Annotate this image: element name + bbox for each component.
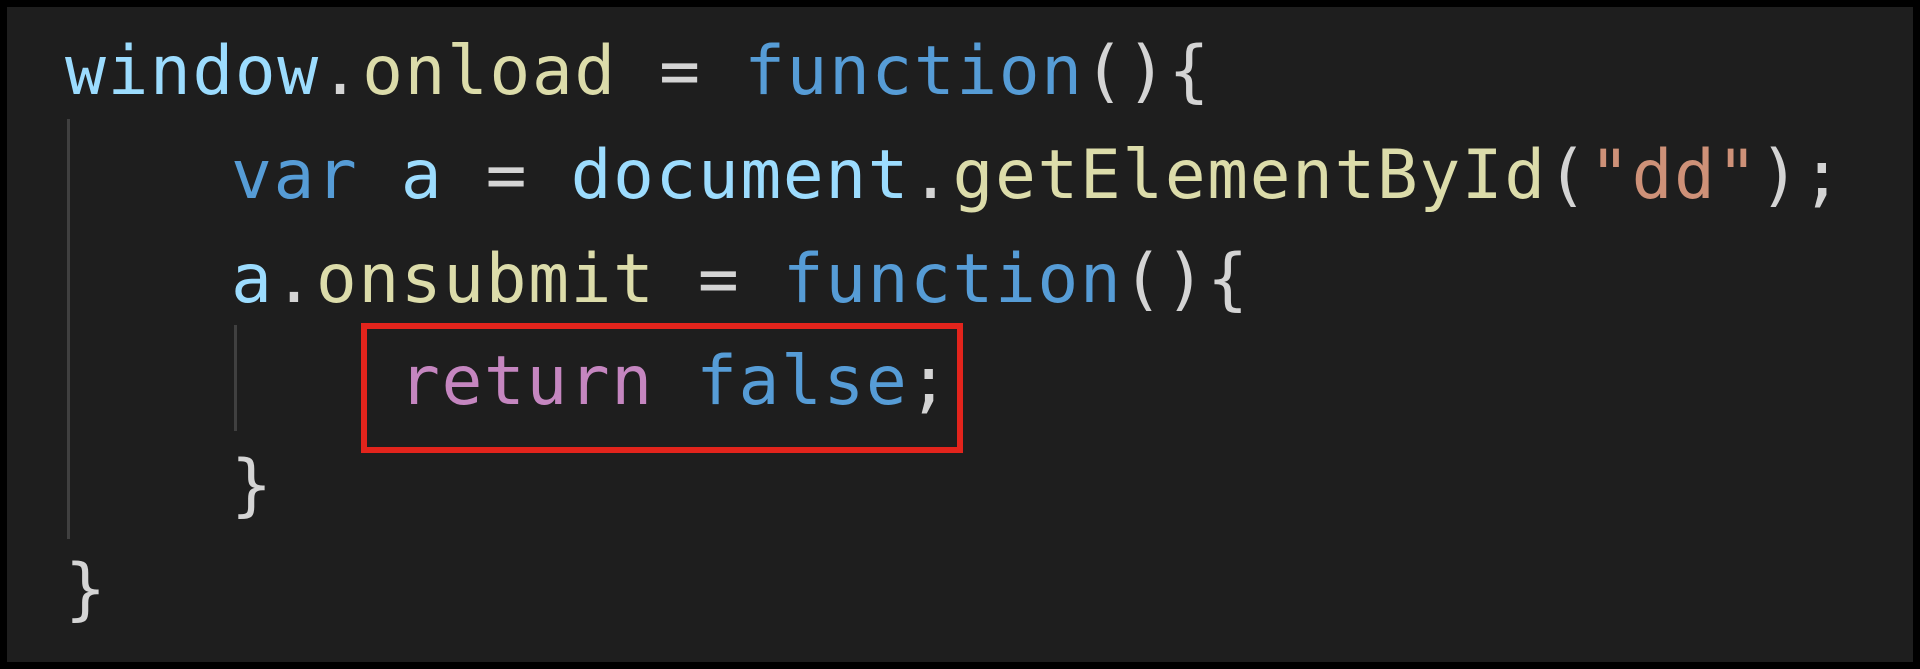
code-line-3: a.onsubmit = function(){ xyxy=(231,228,1250,332)
token-punctuation: = xyxy=(443,136,571,215)
token-punctuation: (){ xyxy=(1122,240,1250,319)
highlight-box xyxy=(361,323,963,453)
token-method: getElementById xyxy=(952,136,1547,215)
token-punctuation: ( xyxy=(1546,136,1590,215)
token-string: "dd" xyxy=(1589,136,1759,215)
token-method: onsubmit xyxy=(315,240,656,319)
token-variable: a xyxy=(400,136,444,215)
token-punctuation: . xyxy=(273,240,316,319)
token-punctuation: (){ xyxy=(1083,32,1211,111)
token-punctuation: = xyxy=(655,240,783,319)
token-keyword: function xyxy=(744,32,1084,111)
token-punctuation: } xyxy=(231,446,274,525)
token-method: onload xyxy=(362,32,617,111)
token-keyword: function xyxy=(782,240,1123,319)
code-line-5: } xyxy=(231,434,273,538)
token-punctuation: . xyxy=(910,136,953,215)
token-punctuation: = xyxy=(616,32,745,111)
token-keyword: var xyxy=(231,136,359,215)
token-punctuation xyxy=(358,136,400,215)
token-punctuation: } xyxy=(65,550,108,629)
token-variable: a xyxy=(231,240,274,319)
code-line-6: } xyxy=(65,538,107,642)
token-variable: document xyxy=(570,136,911,215)
code-editor: window.onload = function(){var a = docum… xyxy=(7,7,1913,662)
code-line-1: window.onload = function(){ xyxy=(65,20,1211,124)
token-variable: window xyxy=(65,32,320,111)
indent-guide-outer xyxy=(67,119,70,539)
token-punctuation: . xyxy=(319,32,363,111)
indent-guide-inner xyxy=(234,325,237,431)
code-line-2: var a = document.getElementById("dd"); xyxy=(231,124,1844,228)
token-punctuation: ); xyxy=(1758,136,1844,215)
